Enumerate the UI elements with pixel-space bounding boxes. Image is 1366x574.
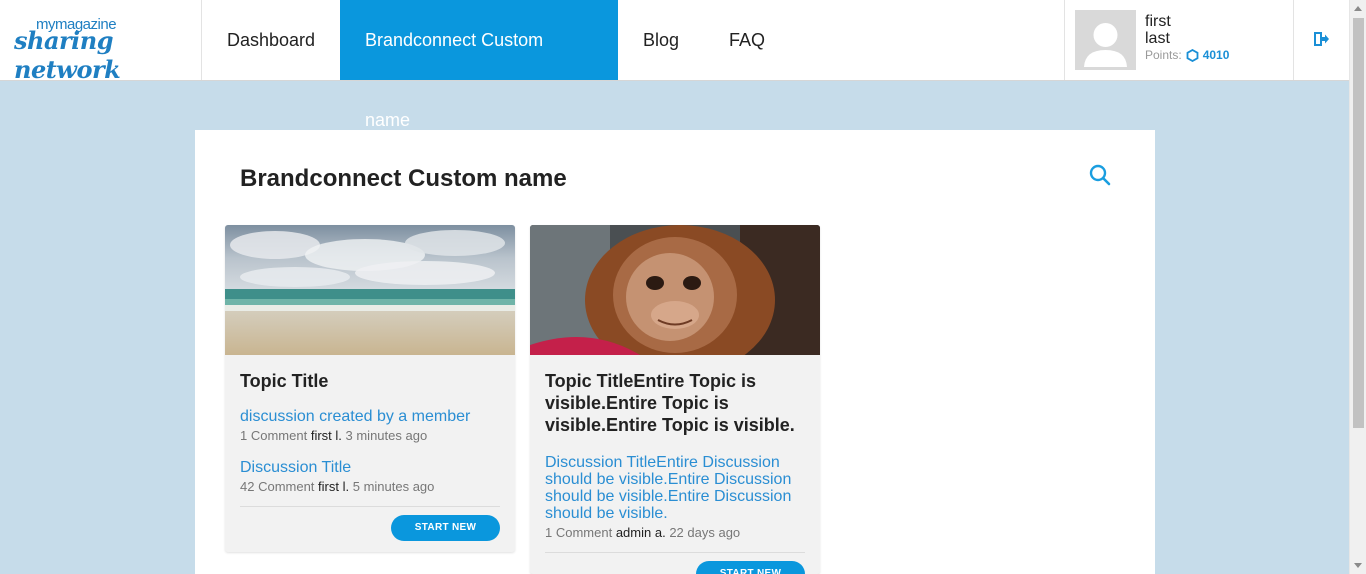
nav-faq-label: FAQ <box>729 30 766 50</box>
nav-brandconnect[interactable]: Brandconnect Custom name <box>340 0 618 130</box>
logout-icon <box>1314 32 1329 46</box>
discussion-time: 5 minutes ago <box>352 479 435 494</box>
comment-count: 42 Comment <box>240 479 315 494</box>
orangutan-photo[interactable] <box>530 225 820 355</box>
nav-dashboard-label: Dashboard <box>227 30 316 50</box>
nav-blog[interactable]: Blog <box>618 0 704 80</box>
nav-faq[interactable]: FAQ <box>704 0 790 80</box>
discussion-time: 22 days ago <box>669 525 741 540</box>
avatar-placeholder-icon <box>1075 10 1136 70</box>
discussion-author[interactable]: first l. <box>318 479 349 494</box>
page-scrollbar[interactable] <box>1349 0 1366 574</box>
discussion-author[interactable]: first l. <box>311 428 342 443</box>
points-hexagon-icon <box>1186 48 1199 62</box>
comment-count: 1 Comment <box>545 525 613 540</box>
scroll-down-arrow[interactable] <box>1354 563 1362 568</box>
page-title: Brandconnect Custom name <box>240 165 567 192</box>
logout-button[interactable] <box>1312 30 1330 48</box>
start-new-button[interactable]: START NEW <box>391 515 500 541</box>
nav-dashboard[interactable]: Dashboard <box>202 0 340 80</box>
beach-photo[interactable] <box>225 225 515 355</box>
logo-big-text: sharing network <box>14 26 121 84</box>
user-last-name: last <box>1145 30 1170 47</box>
nav-blog-label: Blog <box>643 30 680 50</box>
avatar[interactable] <box>1075 10 1136 70</box>
topic-card: Topic TitleEntire Topic is visible.Entir… <box>530 225 820 574</box>
discussion-author[interactable]: admin a. <box>616 525 666 540</box>
main-panel: Brandconnect Custom name Topic Title dis… <box>195 130 1155 574</box>
scroll-thumb[interactable] <box>1353 18 1364 428</box>
search-icon <box>1089 164 1111 186</box>
site-logo[interactable]: mymagazine sharing network <box>0 0 202 84</box>
points-label: Points: <box>1145 48 1182 62</box>
discussion-link[interactable]: Discussion Title <box>240 459 500 476</box>
topic-title[interactable]: Topic Title <box>240 370 500 392</box>
comment-count: 1 Comment <box>240 428 308 443</box>
discussion-link[interactable]: discussion created by a member <box>240 408 500 425</box>
top-header: mymagazine sharing network Dashboard Bra… <box>0 0 1349 130</box>
points-value: 4010 <box>1202 48 1230 62</box>
search-button[interactable] <box>1088 163 1112 187</box>
user-points: Points: 4010 <box>1145 48 1229 62</box>
user-first-name: first <box>1145 13 1171 30</box>
user-profile[interactable]: first last Points: 4010 <box>1064 0 1294 80</box>
scroll-up-arrow[interactable] <box>1354 6 1362 11</box>
discussion-link[interactable]: Discussion TitleEntire Discussion should… <box>545 454 805 522</box>
topic-title[interactable]: Topic TitleEntire Topic is visible.Entir… <box>545 370 805 436</box>
discussion-time: 3 minutes ago <box>345 428 428 443</box>
nav-brandconnect-label: Brandconnect Custom name <box>365 30 544 130</box>
discussion-meta: 1 Comment admin a. 22 days ago <box>545 525 805 540</box>
start-new-button[interactable]: START NEW <box>696 561 805 574</box>
discussion-meta: 42 Comment first l. 5 minutes ago <box>240 479 500 494</box>
topic-card: Topic Title discussion created by a memb… <box>225 225 515 552</box>
discussion-meta: 1 Comment first l. 3 minutes ago <box>240 428 500 443</box>
